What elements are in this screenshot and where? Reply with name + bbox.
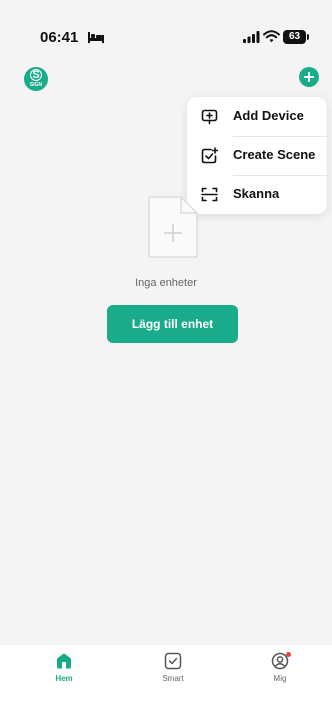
menu-item-add-device[interactable]: Add Device bbox=[187, 97, 327, 136]
home-icon bbox=[57, 653, 71, 669]
logo-letter: S bbox=[32, 69, 40, 81]
app-screen: 06:41 63 S SIGN Add Device Create Scene … bbox=[0, 0, 332, 711]
menu-label-scan: Skanna bbox=[233, 186, 280, 201]
device-plus-icon bbox=[201, 109, 218, 125]
smart-check-icon bbox=[164, 652, 182, 670]
nav-item-smart[interactable]: Smart bbox=[138, 652, 208, 692]
menu-label-create-scene: Create Scene bbox=[233, 147, 316, 162]
empty-document-icon bbox=[148, 196, 198, 258]
nav-item-home[interactable]: Hem bbox=[29, 652, 99, 692]
menu-item-create-scene[interactable]: Create Scene bbox=[187, 136, 327, 175]
status-bar: 06:41 63 bbox=[0, 0, 332, 64]
scan-icon bbox=[201, 187, 218, 202]
nav-label-me: Mig bbox=[273, 674, 287, 683]
add-button[interactable] bbox=[299, 67, 319, 87]
battery-level: 63 bbox=[288, 31, 301, 42]
battery-indicator: 63 bbox=[283, 30, 309, 44]
menu-item-scan[interactable]: Skanna bbox=[187, 175, 327, 214]
add-menu: Add Device Create Scene Skanna bbox=[187, 97, 327, 214]
bed-icon bbox=[88, 32, 104, 43]
bottom-nav: Hem Smart Mig bbox=[0, 645, 332, 711]
logo-text: SIGN bbox=[29, 82, 43, 88]
create-scene-icon bbox=[201, 147, 218, 164]
status-time: 06:41 bbox=[40, 29, 79, 46]
nav-label-smart: Smart bbox=[162, 674, 184, 683]
cellular-signal-icon bbox=[243, 31, 260, 43]
wifi-icon bbox=[263, 30, 280, 43]
nav-item-me[interactable]: Mig bbox=[245, 652, 315, 692]
add-device-button[interactable]: Lägg till enhet bbox=[107, 305, 238, 343]
battery-tip bbox=[307, 34, 309, 40]
nav-label-home: Hem bbox=[55, 674, 73, 683]
brand-logo[interactable]: S SIGN bbox=[24, 67, 48, 91]
notification-dot bbox=[286, 652, 291, 657]
empty-state-message: Inga enheter bbox=[135, 277, 197, 289]
menu-label-add-device: Add Device bbox=[233, 108, 304, 123]
